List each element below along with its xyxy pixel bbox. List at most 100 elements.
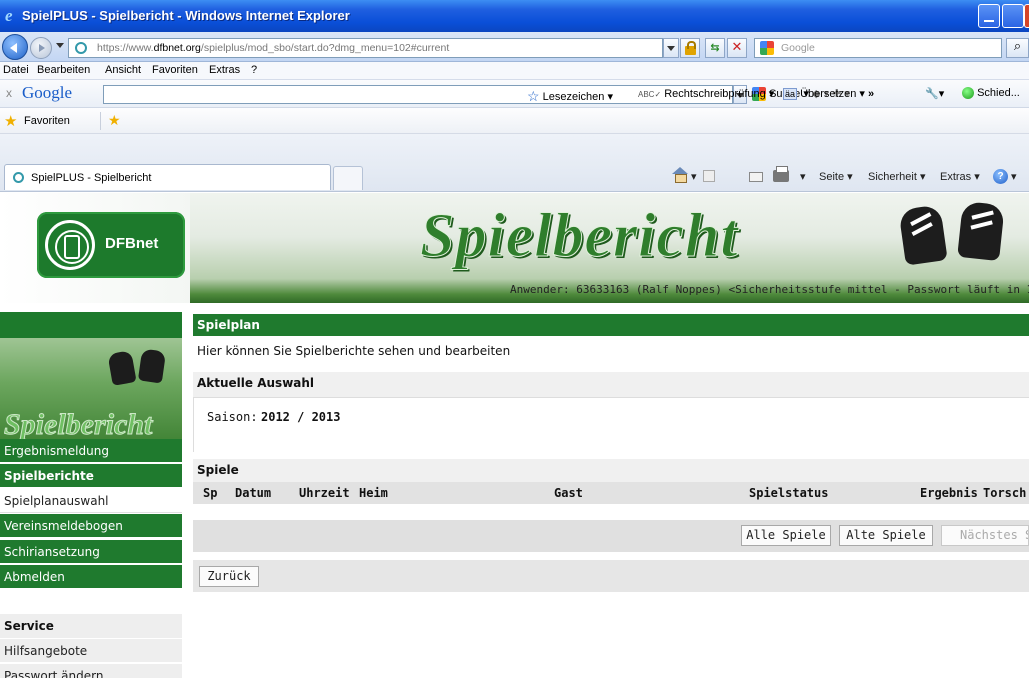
col-uhrzeit[interactable]: Uhrzeit — [299, 486, 350, 500]
menu-bearbeiten[interactable]: Bearbeiten — [37, 64, 90, 76]
favorites-star-icon[interactable]: ★ — [4, 112, 17, 130]
banner-title: Spielbericht — [420, 202, 739, 271]
stop-button[interactable]: ✕ — [727, 38, 747, 58]
sidebar-item-schiriansetzung[interactable]: Schiriansetzung — [0, 540, 182, 564]
wrench-icon[interactable]: 🔧▾ — [925, 87, 944, 100]
naechstes-spiel-button[interactable]: Nächstes Sp — [941, 525, 1029, 546]
col-datum[interactable]: Datum — [235, 486, 271, 500]
url-scheme: https://www. — [97, 42, 154, 54]
sidebar: Spielbericht Ergebnismeldung Spielberich… — [0, 312, 182, 678]
sidebar-item-hilfsangebote[interactable]: Hilfsangebote — [0, 639, 182, 663]
search-placeholder: Google — [781, 42, 815, 54]
svg-text:e: e — [5, 6, 13, 24]
col-ergebnis[interactable]: Ergebnis — [920, 486, 978, 500]
sicherheit-menu[interactable]: Sicherheit ▾ — [868, 170, 926, 183]
zurueck-button[interactable]: Zurück — [199, 566, 259, 587]
uebersetzen-button[interactable]: äa Übersetzen ▾ » — [783, 87, 874, 100]
lesezeichen-button[interactable]: ☆ Lesezeichen ▾ — [527, 87, 613, 104]
menu-datei[interactable]: Datei — [3, 64, 29, 76]
col-torschuetzen[interactable]: Torsch — [983, 486, 1026, 500]
divider — [100, 112, 101, 130]
schied-button[interactable]: Schied... — [962, 87, 1020, 100]
auswahl-body — [193, 398, 1029, 452]
bookmark-star-icon: ☆ — [527, 88, 540, 104]
saison-label: Saison: — [207, 410, 258, 424]
spiele-title: Spiele — [197, 463, 239, 477]
dfbnet-logo-text: DFBnet — [105, 235, 159, 252]
new-tab-button[interactable] — [333, 166, 363, 190]
print-icon[interactable] — [773, 166, 789, 182]
football-boots-image — [888, 200, 1029, 283]
tab-spielbericht[interactable]: SpielPLUS - Spielbericht — [4, 164, 331, 190]
col-spielstatus[interactable]: Spielstatus — [749, 486, 828, 500]
user-info: Anwender: 63633163 (Ralf Noppes) <Sicher… — [510, 283, 1029, 296]
mail-icon[interactable] — [749, 172, 763, 182]
google-toolbar: x Google Suche ▾ ◆ ▾ ✚ ▾ ☆ Lesezeichen ▾… — [0, 80, 1029, 108]
alle-spiele-button[interactable]: Alle Spiele — [741, 525, 831, 546]
translate-icon: äa — [783, 88, 798, 100]
url-field[interactable]: https://www.dfbnet.org/spielplus/mod_sbo… — [68, 38, 663, 58]
menu-help[interactable]: ? — [251, 64, 257, 76]
close-window-button[interactable] — [1024, 4, 1029, 28]
url-host: dfbnet.org — [153, 42, 201, 54]
sidebar-item-ergebnismeldung[interactable]: Ergebnismeldung — [0, 439, 182, 463]
history-dropdown[interactable] — [56, 43, 64, 52]
back-bar — [193, 560, 1029, 592]
col-gast[interactable]: Gast — [554, 486, 583, 500]
search-input[interactable]: Google — [754, 38, 1002, 58]
home-dropdown[interactable]: ▾ — [691, 170, 697, 183]
lock-icon[interactable] — [680, 38, 700, 58]
spellcheck-icon: ABC✓ — [638, 90, 662, 99]
site-icon — [75, 42, 87, 54]
seite-menu[interactable]: Seite ▾ — [819, 170, 853, 183]
tab-bar: SpielPLUS - Spielbericht ▾ ▾ Seite ▾ Sic… — [0, 134, 1029, 192]
forward-button[interactable] — [30, 37, 52, 59]
menu-extras[interactable]: Extras — [209, 64, 240, 76]
google-icon — [760, 41, 774, 55]
intro-text: Hier können Sie Spielberichte sehen und … — [197, 344, 511, 358]
sidebar-item-spielplanauswahl[interactable]: Spielplanauswahl — [0, 489, 182, 513]
extras-menu[interactable]: Extras ▾ — [940, 170, 980, 183]
search-icon[interactable]: ⌕ — [1006, 38, 1029, 58]
url-dropdown-button[interactable] — [663, 38, 679, 58]
favorites-bar: ★ Favoriten ★ — [0, 108, 1029, 134]
main-content: Spielplan Hier können Sie Spielberichte … — [193, 314, 1029, 678]
home-icon[interactable] — [672, 167, 688, 183]
google-toolbar-close-icon[interactable]: x — [6, 86, 12, 100]
auswahl-title: Aktuelle Auswahl — [197, 376, 315, 390]
back-button[interactable] — [2, 34, 28, 60]
spiele-section: Spiele — [193, 459, 1029, 483]
tab-title: SpielPLUS - Spielbericht — [31, 172, 152, 184]
sidebar-item-abmelden[interactable]: Abmelden — [0, 565, 182, 589]
refresh-button[interactable]: ⇆ — [705, 38, 725, 58]
menu-favoriten[interactable]: Favoriten — [152, 64, 198, 76]
sidebar-item-passwort-aendern[interactable]: Passwort ändern — [0, 664, 182, 678]
spellcheck-button[interactable]: ABC✓ Rechtschreibprüfung ▾ — [638, 87, 774, 100]
page-icon — [13, 172, 24, 183]
col-heim[interactable]: Heim — [359, 486, 388, 500]
address-bar: https://www.dfbnet.org/spielplus/mod_sbo… — [0, 32, 1029, 62]
sidebar-item-spielberichte[interactable]: Spielberichte — [0, 464, 182, 488]
menu-ansicht[interactable]: Ansicht — [105, 64, 141, 76]
site-banner: DFBnet Spielbericht Anwender: 63633163 (… — [0, 193, 1029, 303]
sidebar-image: Spielbericht — [0, 338, 182, 450]
sidebar-image-title: Spielbericht — [3, 408, 153, 442]
help-icon[interactable]: ? — [993, 169, 1008, 184]
window-title: SpielPLUS - Spielbericht - Windows Inter… — [22, 8, 350, 23]
add-favorite-icon[interactable]: ★ — [108, 112, 121, 129]
help-dropdown[interactable]: ▾ — [1011, 170, 1017, 183]
maximize-button[interactable] — [1002, 4, 1024, 28]
sidebar-top-bar — [0, 312, 182, 338]
dfbnet-logo[interactable]: DFBnet — [37, 212, 185, 278]
green-status-icon — [962, 87, 974, 100]
alte-spiele-button[interactable]: Alte Spiele — [839, 525, 933, 546]
service-header: Service — [0, 614, 182, 638]
google-logo: Google — [22, 83, 73, 102]
feed-icon[interactable] — [703, 170, 715, 182]
favorites-button[interactable]: Favoriten — [24, 115, 70, 127]
col-sp[interactable]: Sp — [203, 486, 217, 500]
print-dropdown[interactable]: ▾ — [800, 170, 806, 183]
sidebar-item-vereinsmeldebogen[interactable]: Vereinsmeldebogen — [0, 514, 182, 538]
window-titlebar: e SpielPLUS - Spielbericht - Windows Int… — [0, 0, 1029, 32]
minimize-button[interactable] — [978, 4, 1000, 28]
